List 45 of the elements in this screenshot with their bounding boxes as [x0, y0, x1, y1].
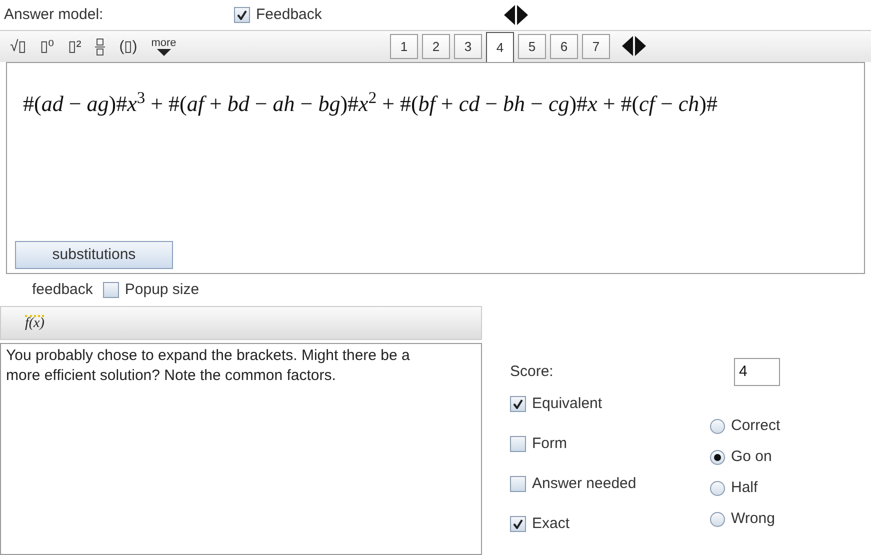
option-checkbox[interactable] — [510, 516, 526, 532]
option-label: Answer needed — [532, 474, 636, 494]
outcome-label: Wrong — [731, 508, 775, 529]
feedback-label: feedback — [32, 280, 93, 300]
feedback-text: You probably chose to expand the brackets. Might there be a more efficient solution? Note the common factors. — [6, 347, 410, 384]
fraction-icon[interactable] — [95, 38, 106, 56]
tab[interactable]: 6 — [550, 34, 578, 59]
formula: #(ad − ag)#x$^{3}$ + #(af + bd − ah − bg)#x$^{2}$ + #(bf + cd − bh − cg)#x + #(cf − ch)# — [23, 87, 718, 118]
substitutions-button[interactable]: substitutions — [15, 241, 173, 269]
more-button[interactable]: more — [151, 38, 176, 56]
tab[interactable]: 5 — [518, 34, 546, 59]
outcome-label: Correct — [731, 416, 780, 436]
score-field[interactable]: 4 — [734, 358, 780, 386]
tab[interactable]: 7 — [582, 34, 610, 59]
feedback-text-area[interactable]: You probably chose to expand the brackets. Might there be a more efficient solution? Note the common factors. — [0, 343, 482, 555]
expression-editor[interactable]: #(ad − ag)#x$^{3}$ + #(af + bd − ah − bg)#x$^{2}$ + #(bf + cd − bh − cg)#x + #(cf − ch)# substitutions — [6, 62, 865, 274]
math-template-button[interactable]: ▯² — [68, 36, 82, 58]
option-checkbox[interactable] — [510, 476, 526, 492]
feedback-checkbox-label: Feedback — [256, 4, 322, 25]
math-template-button[interactable]: √▯ — [10, 36, 26, 58]
tab[interactable]: 1 — [390, 34, 418, 59]
caret-icon — [156, 49, 171, 56]
left-right-arrows-icon[interactable] — [504, 5, 528, 25]
score-label: Score: — [510, 362, 554, 382]
tab[interactable]: 4 — [486, 32, 514, 62]
tab[interactable]: 2 — [422, 34, 450, 59]
option-label: Equivalent — [532, 394, 602, 414]
popup-size-label: Popup size — [124, 280, 200, 300]
option-label: Form — [532, 434, 567, 454]
tab[interactable]: 3 — [454, 34, 482, 59]
feedback-checkbox[interactable] — [234, 7, 250, 23]
left-right-arrows-icon[interactable] — [622, 36, 646, 56]
radio-button[interactable] — [710, 450, 725, 464]
outcome-label: Half — [731, 478, 758, 498]
math-template-button[interactable]: (▯) — [119, 36, 138, 58]
answer-model-label: Answer model: — [4, 4, 104, 25]
option-label: Exact — [532, 514, 570, 534]
option-checkbox[interactable] — [510, 396, 526, 412]
radio-button[interactable] — [710, 480, 725, 496]
math-template-button[interactable]: ▯⁰ — [40, 36, 54, 58]
popup-size-checkbox[interactable] — [102, 282, 119, 298]
outcome-label: Go on — [731, 446, 772, 467]
radio-button[interactable] — [710, 512, 725, 526]
radio-button[interactable] — [710, 418, 725, 434]
option-checkbox[interactable] — [510, 436, 526, 452]
